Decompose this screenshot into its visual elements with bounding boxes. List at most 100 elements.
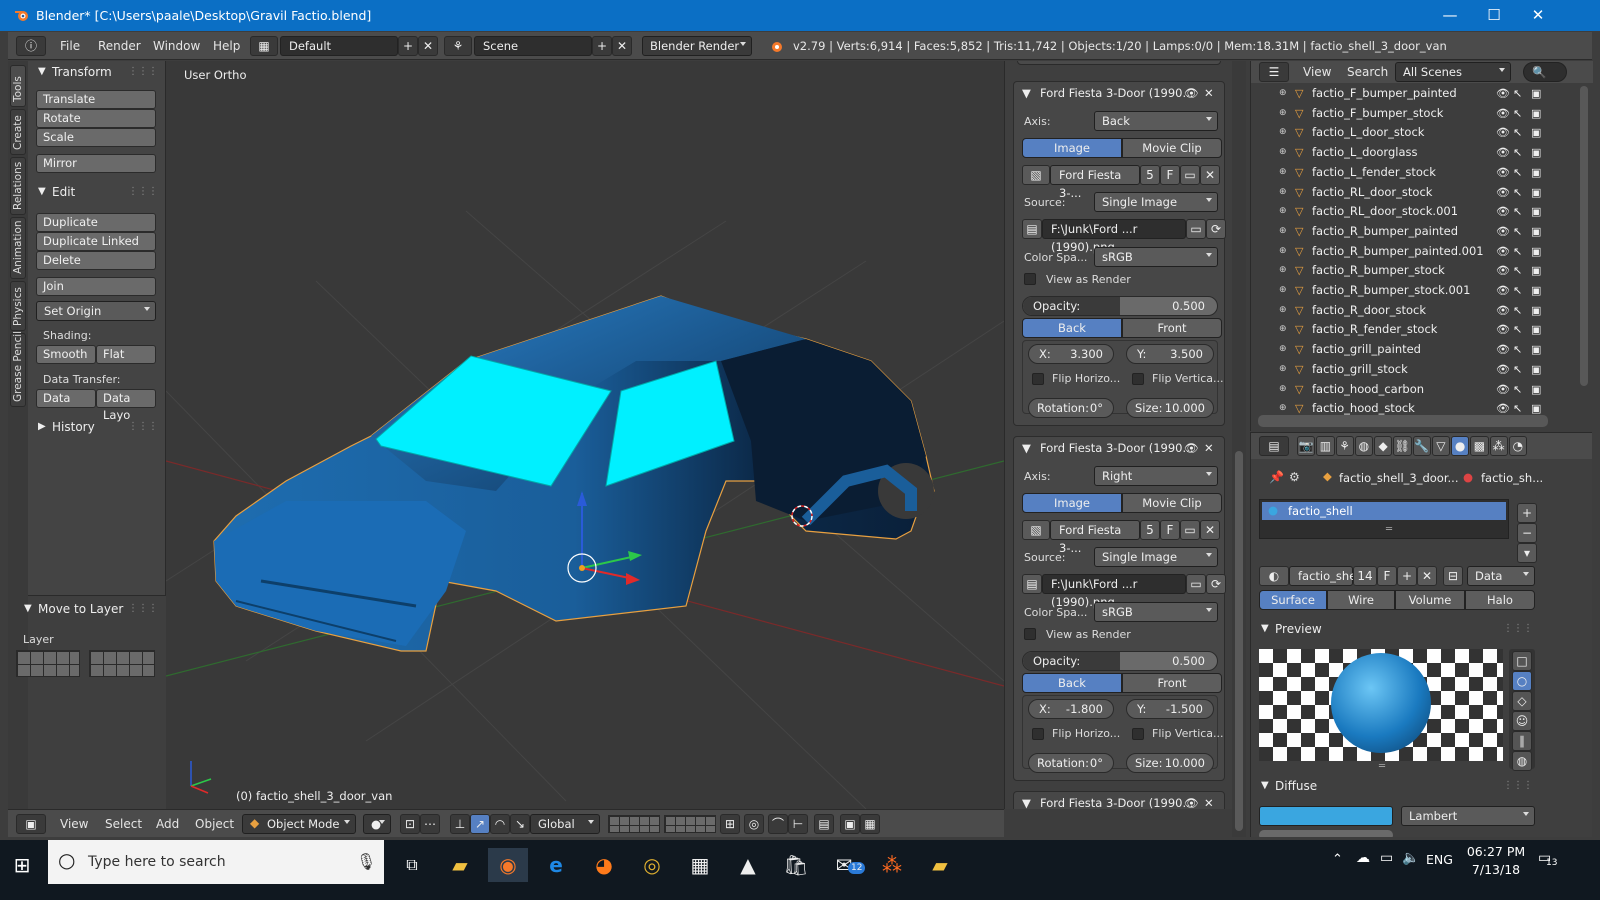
- color-space-select[interactable]: sRGB: [1094, 602, 1218, 622]
- physics-tab-icon[interactable]: ◔: [1508, 436, 1527, 456]
- render-camera-icon[interactable]: ▣: [1531, 301, 1541, 320]
- render-camera-icon[interactable]: ▣: [1531, 143, 1541, 162]
- axis-select[interactable]: Right: [1094, 466, 1218, 486]
- editor-type-3dview-icon[interactable]: ▣: [16, 814, 46, 834]
- back-toggle[interactable]: Back: [1022, 318, 1122, 338]
- editor-type-info-icon[interactable]: ⓘ: [16, 36, 46, 56]
- maximize-button[interactable]: ☐: [1472, 3, 1516, 27]
- layout-field[interactable]: Default: [280, 36, 398, 56]
- render-camera-icon[interactable]: ▣: [1531, 202, 1541, 221]
- flip-vertical-checkbox[interactable]: [1132, 728, 1144, 740]
- size-field[interactable]: Size: 10.000: [1126, 753, 1214, 773]
- select-arrow-icon[interactable]: ↖: [1513, 301, 1522, 320]
- movie-clip-tab[interactable]: Movie Clip: [1122, 138, 1222, 158]
- data-button[interactable]: Data: [36, 389, 96, 408]
- render-animation-icon[interactable]: ▦: [860, 814, 880, 834]
- snap-icon[interactable]: ⌒: [768, 814, 788, 834]
- store-icon[interactable]: 🛍: [776, 848, 816, 882]
- select-arrow-icon[interactable]: ↖: [1513, 242, 1522, 261]
- transform-panel-header[interactable]: ▼ Transform ⋮⋮⋮: [28, 61, 166, 83]
- network-icon[interactable]: ▭: [1380, 850, 1393, 866]
- material-slot-selected[interactable]: ● factio_shell: [1262, 502, 1506, 520]
- volume-tab[interactable]: Volume: [1395, 590, 1465, 610]
- rotation-field[interactable]: Rotation: 0°: [1028, 753, 1114, 773]
- render-camera-icon[interactable]: ▣: [1531, 84, 1541, 103]
- unlink-image-icon[interactable]: ✕: [1200, 520, 1220, 540]
- render-camera-icon[interactable]: ▣: [1531, 242, 1541, 261]
- scale-manipulator-icon[interactable]: ↘: [510, 814, 530, 834]
- intensity-slider-partial[interactable]: [1259, 830, 1393, 837]
- move-to-layer-header[interactable]: ▼ Move to Layer ⋮⋮⋮: [14, 598, 158, 620]
- expand-icon[interactable]: ⊕: [1279, 380, 1287, 399]
- properties-scrollbar[interactable]: [1232, 61, 1246, 837]
- scene-icon[interactable]: ⚘: [444, 36, 472, 56]
- visibility-eye-icon[interactable]: 👁: [1496, 360, 1510, 379]
- render-camera-icon[interactable]: ▣: [1531, 261, 1541, 280]
- select-arrow-icon[interactable]: ↖: [1513, 84, 1522, 103]
- scene-field[interactable]: Scene: [474, 36, 592, 56]
- history-panel-header[interactable]: ▶ History ⋮⋮⋮: [28, 416, 166, 438]
- outliner-item[interactable]: ⊕ ▽ factio_R_fender_stock 👁 ↖ ▣: [1251, 320, 1546, 339]
- preview-sphere-icon[interactable]: ○: [1512, 671, 1532, 691]
- opacity-slider[interactable]: Opacity: 0.500: [1022, 651, 1218, 671]
- 3d-viewport[interactable]: User Ortho (0) factio_shell_3_door_van: [166, 61, 1004, 809]
- outliner-item[interactable]: ⊕ ▽ factio_L_doorglass 👁 ↖ ▣: [1251, 143, 1546, 162]
- front-toggle[interactable]: Front: [1122, 318, 1222, 338]
- clock-time[interactable]: 06:27 PM: [1466, 844, 1526, 859]
- flip-vertical-checkbox[interactable]: [1132, 373, 1144, 385]
- duplicate-button[interactable]: Duplicate: [36, 213, 156, 232]
- firefox-icon[interactable]: ◕: [584, 848, 624, 882]
- movie-clip-tab[interactable]: Movie Clip: [1122, 493, 1222, 513]
- outliner-item[interactable]: ⊕ ▽ factio_RL_door_stock 👁 ↖ ▣: [1251, 183, 1546, 202]
- calculator-icon[interactable]: ▦: [680, 848, 720, 882]
- action-center-icon[interactable]: ▭ 13: [1538, 850, 1557, 868]
- diffuse-panel-header[interactable]: ▼ Diffuse ⋮⋮⋮: [1251, 775, 1541, 797]
- expand-icon[interactable]: ⊕: [1279, 222, 1287, 241]
- x-offset-field[interactable]: X: 3.300: [1028, 344, 1114, 364]
- image-tab[interactable]: Image: [1022, 138, 1122, 158]
- outliner-item[interactable]: ⊕ ▽ factio_R_bumper_stock.001 👁 ↖ ▣: [1251, 281, 1546, 300]
- image-users-count[interactable]: 5: [1140, 520, 1160, 540]
- unlink-image-icon[interactable]: ✕: [1200, 165, 1220, 185]
- outliner-item[interactable]: ⊕ ▽ factio_L_fender_stock 👁 ↖ ▣: [1251, 163, 1546, 182]
- object-tab-icon[interactable]: ◆: [1374, 436, 1393, 456]
- image-name-field[interactable]: Ford Fiesta 3-...: [1050, 520, 1140, 555]
- car-mesh[interactable]: [213, 295, 935, 652]
- render-camera-icon[interactable]: ▣: [1531, 380, 1541, 399]
- remove-scene-icon[interactable]: ✕: [612, 36, 632, 56]
- folder-app-icon[interactable]: ▰: [920, 848, 960, 882]
- editor-type-properties-icon[interactable]: ▤: [1259, 436, 1289, 456]
- expand-icon[interactable]: ⊕: [1279, 281, 1287, 300]
- taskbar-search-box[interactable]: ○ Type here to search 🎙: [48, 840, 384, 884]
- wire-tab[interactable]: Wire: [1327, 590, 1395, 610]
- node-icon[interactable]: ⊟: [1443, 566, 1463, 586]
- render-camera-icon[interactable]: ▣: [1531, 163, 1541, 182]
- select-arrow-icon[interactable]: ↖: [1513, 143, 1522, 162]
- windows-start-icon[interactable]: ⊞: [2, 848, 42, 882]
- layer-grid-right[interactable]: [89, 650, 155, 677]
- expand-icon[interactable]: ⊕: [1279, 84, 1287, 103]
- mail-icon[interactable]: ✉ 12: [824, 848, 866, 882]
- minimize-button[interactable]: —: [1428, 3, 1472, 27]
- slot-specials-icon[interactable]: ▾: [1517, 543, 1537, 563]
- delete-button[interactable]: Delete: [36, 251, 156, 270]
- preview-panel-header[interactable]: ▼ Preview ⋮⋮⋮: [1251, 618, 1541, 640]
- render-camera-icon[interactable]: ▣: [1531, 340, 1541, 359]
- remove-icon[interactable]: ✕: [1204, 437, 1214, 459]
- remove-layout-icon[interactable]: ✕: [418, 36, 438, 56]
- add-layout-icon[interactable]: +: [398, 36, 418, 56]
- select-arrow-icon[interactable]: ↖: [1513, 202, 1522, 221]
- world-tab-icon[interactable]: ◍: [1354, 436, 1373, 456]
- eye-icon[interactable]: 👁: [1184, 82, 1199, 104]
- outliner-item[interactable]: ⊕ ▽ factio_F_bumper_painted 👁 ↖ ▣: [1251, 84, 1546, 103]
- select-arrow-icon[interactable]: ↖: [1513, 104, 1522, 123]
- manipulator-toggle-icon[interactable]: ⊥: [450, 814, 470, 834]
- translate-manipulator-icon[interactable]: ↗: [470, 814, 490, 834]
- visibility-eye-icon[interactable]: 👁: [1496, 222, 1510, 241]
- edge-icon[interactable]: e: [536, 848, 576, 882]
- link-select[interactable]: Data: [1467, 566, 1535, 586]
- remove-icon[interactable]: ✕: [1204, 792, 1214, 809]
- front-toggle[interactable]: Front: [1122, 673, 1222, 693]
- layer-grid-left[interactable]: [16, 650, 80, 677]
- translate-button[interactable]: Translate: [36, 90, 156, 109]
